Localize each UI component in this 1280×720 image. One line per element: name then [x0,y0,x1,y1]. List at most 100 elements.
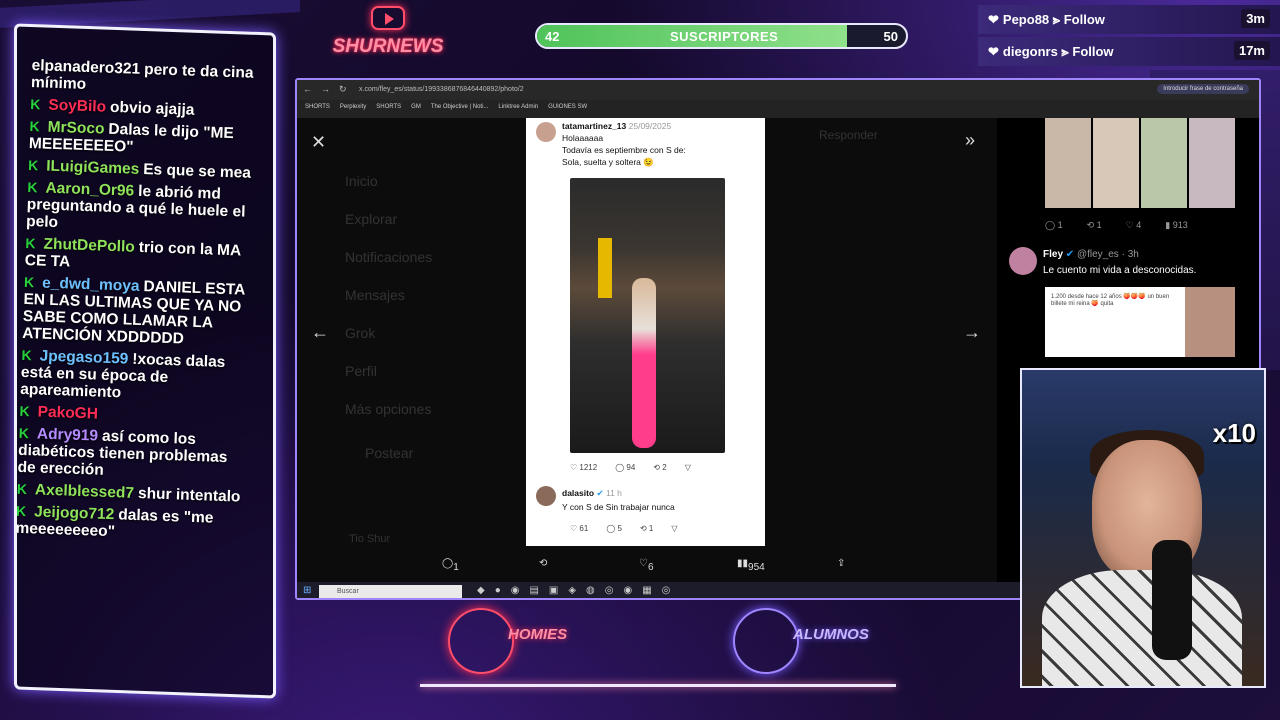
retweet-count: 1 [648,524,654,533]
next-arrow-icon[interactable]: → [963,322,981,343]
subs-goal: 50 [883,29,898,44]
subscriber-goal-bar: 42 SUSCRIPTORES 50 [535,23,908,49]
chat-message: elpanadero321 pero te da cina mínimo [31,57,260,99]
badge-icon: K [30,96,41,113]
chat-username: ILuigiGames [45,157,140,178]
retweet-icon[interactable]: ⟲ [539,558,547,569]
avatar [536,122,556,142]
bookmark-item[interactable]: SHORTS [376,104,401,110]
follow-alerts: ❤ Pepo88 ⪢ Follow 3m ❤ diegonrs ⪢ Follow 17m [978,5,1280,69]
chat-text: obvio ajajja [109,98,195,119]
ghost-post: Postear [365,445,414,461]
subs-label: SUSCRIPTORES [670,29,779,44]
homies-logo: HOMIES [448,608,568,678]
photo-card: tatamartinez_13 25/09/2025 Holaaaaaa Tod… [526,118,765,546]
chat-text: shur intentalo [137,485,241,506]
close-icon[interactable]: ✕ [311,132,326,153]
follow-action: Follow [1063,12,1105,27]
reply-text: Y con S de Sin trabajar nunca [562,502,675,512]
like-action[interactable]: ♡ 6 [639,558,654,573]
bookmark-item[interactable]: GM [411,104,421,110]
follow-alert: ❤ Pepo88 ⪢ Follow 3m [978,5,1280,34]
ghost-nav: Grok [345,325,376,341]
multiplier-badge: x10 [1212,418,1256,448]
webcam-feed: x10 [1020,368,1266,688]
reply-time: 11 h [606,488,622,498]
bookmark-item[interactable]: Linktree Admin [498,104,538,110]
divider [420,684,896,687]
bookmark-item[interactable]: GUIONES SW [548,104,587,110]
view-count: 954 [748,562,765,573]
alumnos-logo: ALUMNOS [733,608,869,678]
taskbar-search[interactable]: Buscar [319,585,462,598]
password-button[interactable]: Introducir frase de contraseña [1157,84,1249,94]
chat-message: K Axelblessed7 shur intentalo [17,481,245,506]
stat: 4 [1136,220,1142,230]
chat-message: K ZhutDePollo trio con la MA CE TA [25,235,254,277]
chat-message: K SoyBilo obvio ajajja [30,96,258,121]
ghost-profile: Tio Shur [349,533,391,545]
tweet-text: Le cuento mi vida a desconocidas. [1043,265,1197,276]
youtube-icon [371,6,405,30]
comments-count: 5 [617,524,622,533]
bookmarks-bar: SHORTS Perplexity SHORTS GM The Objective | … [297,100,1259,118]
chat-username: MrSoco [47,118,105,138]
follow-user: diegonrs [1002,44,1058,59]
follow-time: 3m [1241,9,1270,28]
homies-text: HOMIES [508,626,568,643]
reply-action[interactable]: ◯ 1 [442,558,459,573]
chat-message: K PakoGH [19,403,247,428]
chat-message: K MrSoco Dalas le dijo "ME MEEEEEEEO" [29,118,258,160]
address-bar[interactable]: ← → ↻ x.com/fley_es/status/1993386876846… [297,80,1259,100]
bookmark-item[interactable]: The Objective | Noti... [431,104,489,110]
like-count: 6 [647,562,654,573]
chat-message: Ke_dwd_moya DANIEL ESTA EN LAS ULTIMAS QU… [22,274,252,350]
chat-username: PakoGH [37,403,99,423]
chat-username: Axelblessed7 [34,481,135,502]
tweet-preview: 1.200 desde hace 12 años 🍑🍑🍑 un buen bil… [1045,287,1235,357]
tweet[interactable]: Fley ✔ @fley_es · 3h Le cuento mi vida a… [1009,247,1259,279]
taskbar-apps[interactable]: ◆●◉▤▣◈◍◎◉▦◎ [477,585,680,596]
share-icon[interactable]: ⇪ [837,558,845,569]
reply-stats: ♡ 61 ◯ 5 ⟲ 1 ▽ [570,524,678,533]
bookmark-item[interactable]: SHORTS [305,104,330,110]
card-text: Sola, suelta y soltera 😉 [562,157,654,167]
prev-arrow-icon[interactable]: ← [311,322,329,343]
reply-author: dalasito [562,488,595,498]
chat-message: K Jpegaso159 !xocas dalas está en su época… [20,347,250,406]
forward-icon[interactable]: → [321,84,330,94]
card-stats: ♡ 1212 ◯ 94 ⟲ 2 ▽ [570,463,691,472]
tweet-author: Fley [1043,249,1064,260]
avatar [1009,247,1037,275]
badge-icon: K [25,234,36,252]
stat: 1 [1057,220,1063,230]
follow-alert: ❤ diegonrs ⪢ Follow 17m [978,37,1280,66]
chat-username: Adry919 [36,425,99,445]
search-text: Buscar [337,588,359,595]
expand-icon[interactable]: » [965,130,975,151]
back-icon[interactable]: ← [303,84,312,94]
share-icon: ▽ [684,463,691,472]
photo-action-bar: ◯ 1 ⟲ ♡ 6 ▮▮ 954 ⇪ [297,554,997,574]
follow-time: 17m [1233,41,1270,60]
chat-text: Es que se mea [142,161,252,182]
badge-icon: K [16,480,28,498]
badge-icon: K [27,157,39,174]
chat-message: K Aaron_Or96 le abrió md preguntando a qué… [26,179,256,238]
card-text: Todavía es septiembre con S de: [562,145,686,155]
ghost-nav: Notificaciones [345,249,433,265]
retweet-count: 2 [662,463,667,472]
reload-icon[interactable]: ↻ [339,84,347,95]
url-text[interactable]: x.com/fley_es/status/1993386876846440892… [359,86,524,93]
channel-logo: SHURNEWS [322,6,454,62]
windows-icon[interactable]: ⊞ [303,585,311,596]
views-action[interactable]: ▮▮ 954 [737,558,765,573]
ghost-nav: Perfil [345,363,377,379]
reply-count: 1 [453,562,459,573]
badge-icon: K [23,273,35,291]
bookmark-item[interactable]: Perplexity [340,104,366,110]
alumnos-text: ALUMNOS [793,626,869,643]
comments-count: 94 [626,463,636,472]
ghost-nav: Explorar [345,211,398,227]
chat-panel: elpanadero321 pero te da cina mínimo K SoyB… [14,23,276,699]
